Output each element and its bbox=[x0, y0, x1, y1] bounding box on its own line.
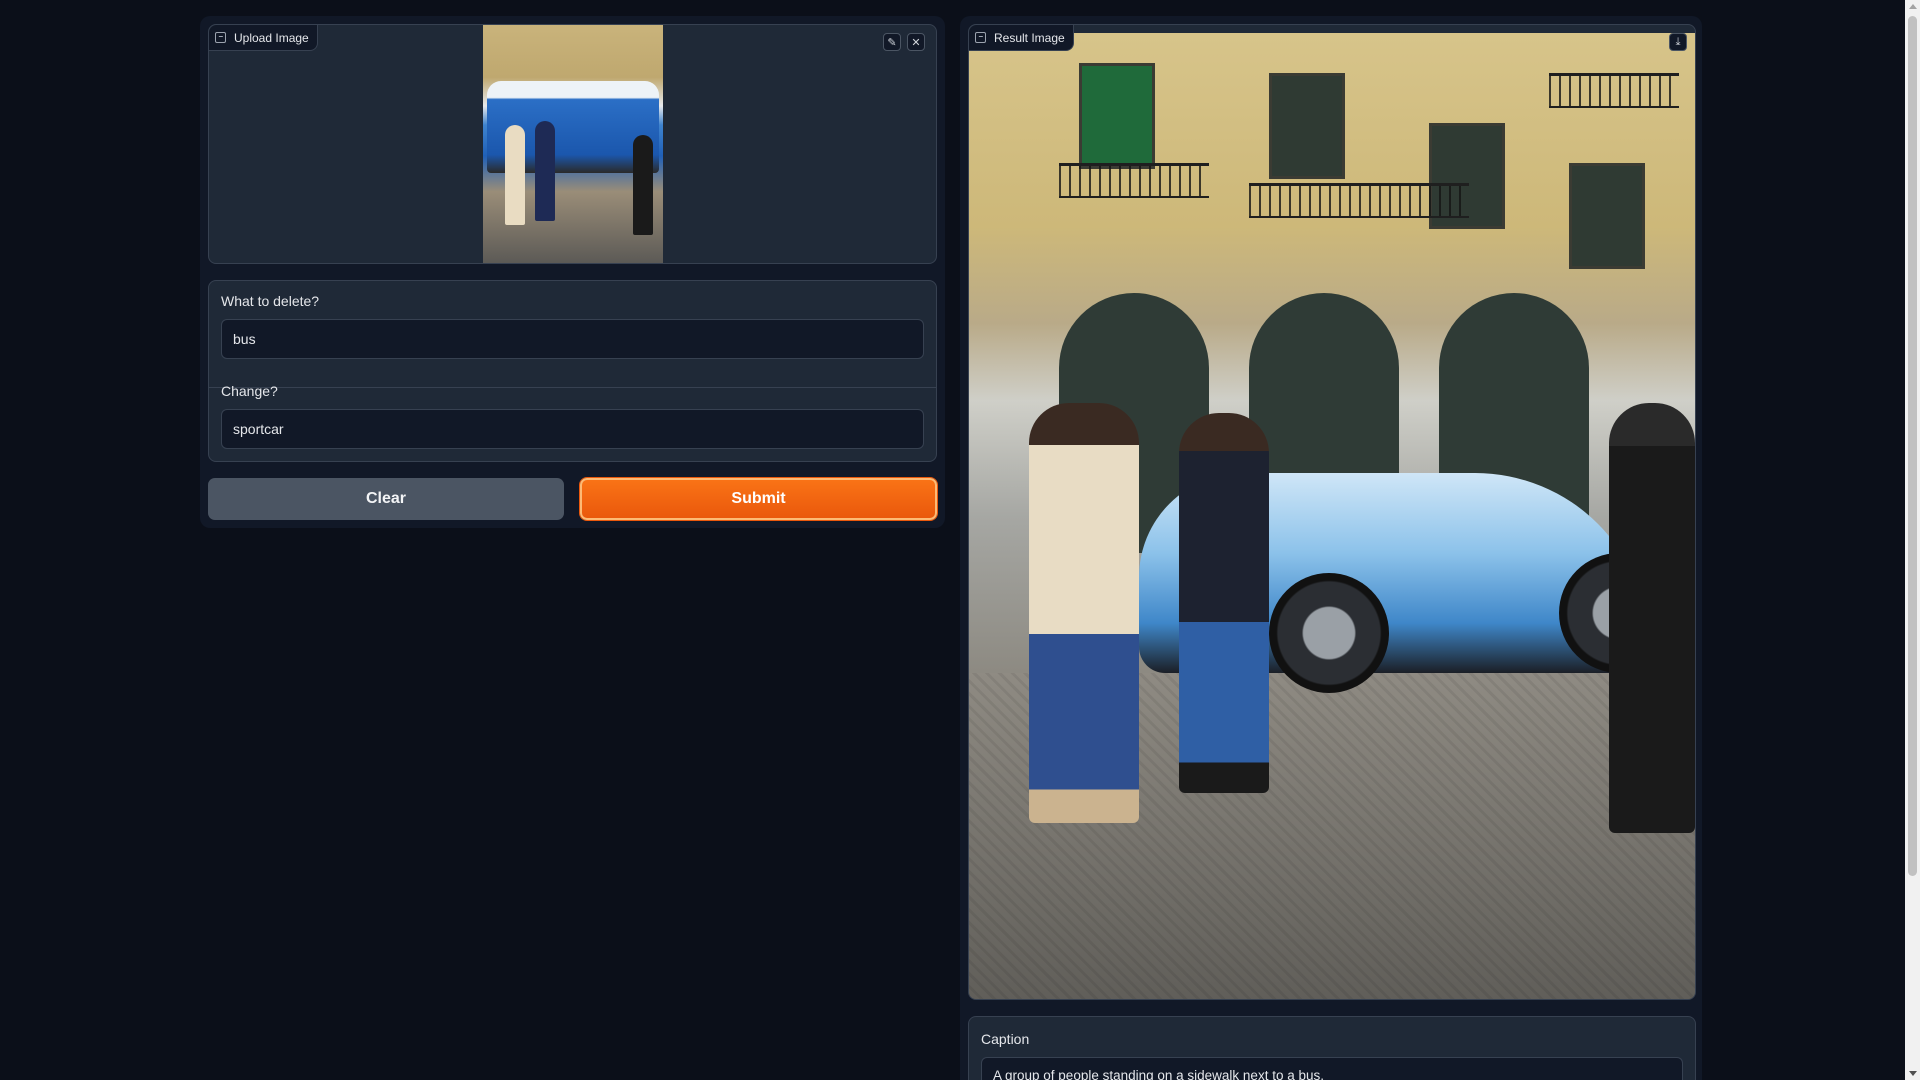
clear-button[interactable]: Clear bbox=[208, 478, 564, 520]
page-scrollbar[interactable] bbox=[1905, 0, 1920, 1080]
building-window bbox=[1569, 163, 1645, 269]
scroll-down-arrow-icon[interactable] bbox=[1909, 1071, 1917, 1076]
person-shape bbox=[1609, 403, 1695, 833]
caption-label: Caption bbox=[981, 1031, 1030, 1047]
submit-button[interactable]: Submit bbox=[580, 478, 937, 520]
result-image-panel: Result Image ⤓ bbox=[968, 24, 1696, 1000]
thumb-person-shape bbox=[505, 125, 525, 225]
uploaded-image-preview bbox=[483, 25, 663, 263]
caption-panel: Caption A group of people standing on a … bbox=[968, 1016, 1696, 1080]
pencil-icon: ✎ bbox=[887, 36, 897, 49]
app-page: Upload Image ✎ ✕ What to delete? Change?… bbox=[0, 0, 1920, 1080]
remove-image-button[interactable]: ✕ bbox=[907, 33, 925, 51]
delete-field-label: What to delete? bbox=[221, 293, 320, 309]
upload-image-label-text: Upload Image bbox=[234, 30, 309, 45]
result-image-label-text: Result Image bbox=[994, 30, 1065, 45]
building-window bbox=[1269, 73, 1345, 179]
input-column: Upload Image ✎ ✕ What to delete? Change?… bbox=[200, 16, 945, 528]
balcony-railing bbox=[1549, 73, 1679, 108]
scroll-up-arrow-icon[interactable] bbox=[1909, 4, 1917, 9]
download-button[interactable]: ⤓ bbox=[1669, 33, 1687, 51]
delete-input[interactable] bbox=[221, 319, 924, 359]
upload-image-panel[interactable]: Upload Image ✎ ✕ bbox=[208, 24, 937, 264]
person-shape bbox=[1029, 403, 1139, 823]
person-shape bbox=[1179, 413, 1269, 793]
download-icon: ⤓ bbox=[1675, 35, 1681, 48]
thumb-person-shape bbox=[535, 121, 555, 221]
change-input[interactable] bbox=[221, 409, 924, 449]
image-icon bbox=[215, 32, 226, 43]
image-icon bbox=[975, 32, 986, 43]
upload-image-label: Upload Image bbox=[209, 25, 318, 51]
building-window bbox=[1079, 63, 1155, 169]
car-wheel bbox=[1269, 573, 1389, 693]
edit-button[interactable]: ✎ bbox=[883, 33, 901, 51]
close-icon: ✕ bbox=[911, 36, 921, 49]
form-divider bbox=[209, 387, 936, 388]
change-field-label: Change? bbox=[221, 383, 278, 399]
scroll-thumb[interactable] bbox=[1908, 16, 1917, 876]
balcony-railing bbox=[1059, 163, 1209, 198]
caption-textbox[interactable]: A group of people standing on a sidewalk… bbox=[981, 1057, 1683, 1080]
output-column: Result Image ⤓ Caption A group of people… bbox=[960, 16, 1702, 1080]
prompt-form: What to delete? Change? bbox=[208, 280, 937, 462]
thumb-person-shape bbox=[633, 135, 653, 235]
result-image bbox=[969, 33, 1695, 999]
balcony-railing bbox=[1249, 183, 1469, 218]
result-image-label: Result Image bbox=[969, 25, 1074, 51]
